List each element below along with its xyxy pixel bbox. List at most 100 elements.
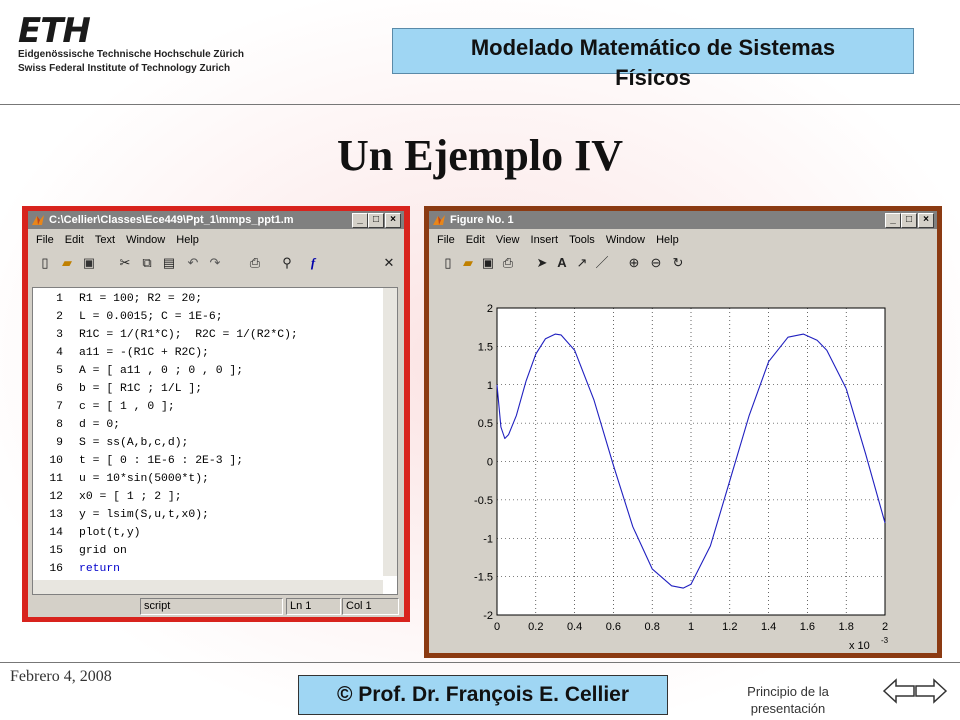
insert-line-icon[interactable]: ／ [593, 254, 611, 272]
close-button[interactable]: × [918, 213, 934, 228]
forward-arrow-icon[interactable] [914, 678, 948, 704]
menu-help[interactable]: Help [656, 234, 679, 246]
code-line[interactable]: S = ss(A,b,c,d); [79, 434, 188, 452]
header-divider [0, 104, 960, 105]
undo-icon[interactable]: ↶ [184, 254, 202, 272]
paste-icon[interactable]: ▤ [160, 254, 178, 272]
editor-toolbar: ▯ ▰ ▣ ✂ ⧉ ▤ ↶ ↷ ⎙ ⚲ f ✕ [28, 251, 404, 275]
menu-help[interactable]: Help [176, 234, 199, 246]
code-line[interactable]: y = lsim(S,u,t,x0); [79, 506, 209, 524]
code-line[interactable]: return [79, 560, 120, 578]
line-number: 14 [49, 527, 63, 539]
code-line[interactable]: c = [ 1 , 0 ]; [79, 398, 175, 416]
code-line[interactable]: u = 10*sin(5000*t); [79, 470, 209, 488]
editor-window-frame: C:\Cellier\Classes\Ece449\Ppt_1\mmps_ppt… [22, 206, 410, 622]
menu-insert[interactable]: Insert [531, 234, 559, 246]
code-line[interactable]: a11 = -(R1C + R2C); [79, 344, 209, 362]
code-editor[interactable]: 1 R1 = 100; R2 = 20; 2 L = 0.0015; C = 1E-6… [32, 287, 398, 595]
maximize-button[interactable]: □ [368, 213, 384, 228]
author-box: © Prof. Dr. François E. Cellier [298, 675, 668, 715]
code-line[interactable]: R1C = 1/(R1*C); R2C = 1/(R2*C); [79, 326, 298, 344]
new-figure-icon[interactable]: ▯ [439, 254, 457, 272]
close-button[interactable]: × [385, 213, 401, 228]
open-folder-icon[interactable]: ▰ [58, 254, 76, 272]
y-tick-label: 0.5 [478, 418, 493, 430]
y-tick-label: 0 [487, 457, 493, 469]
print-icon[interactable]: ⎙ [246, 254, 264, 272]
nav-start-link[interactable]: Principio de la presentación [733, 683, 843, 717]
zoom-in-icon[interactable]: ⊕ [625, 254, 643, 272]
zoom-out-icon[interactable]: ⊖ [647, 254, 665, 272]
insert-arrow-icon[interactable]: ↗ [573, 254, 591, 272]
back-arrow-icon[interactable] [882, 678, 916, 704]
eth-line-de: Eidgenössische Technische Hochschule Zür… [18, 49, 244, 60]
code-line[interactable]: plot(t,y) [79, 524, 141, 542]
code-line[interactable]: t = [ 0 : 1E-6 : 2E-3 ]; [79, 452, 243, 470]
cut-icon[interactable]: ✂ [116, 254, 134, 272]
code-line[interactable]: b = [ R1C ; 1/L ]; [79, 380, 202, 398]
editor-titlebar[interactable]: C:\Cellier\Classes\Ece449\Ppt_1\mmps_ppt… [28, 211, 404, 229]
function-icon[interactable]: f [304, 254, 322, 272]
new-file-icon[interactable]: ▯ [36, 254, 54, 272]
menu-edit[interactable]: Edit [65, 234, 84, 246]
x-tick-label: 0.6 [606, 621, 621, 633]
line-number: 16 [49, 563, 63, 575]
find-icon[interactable]: ⚲ [278, 254, 296, 272]
redo-icon[interactable]: ↷ [206, 254, 224, 272]
course-title-line1: Modelado Matemático de Sistemas [470, 35, 836, 60]
save-icon[interactable]: ▣ [479, 254, 497, 272]
menu-window[interactable]: Window [126, 234, 165, 246]
figure-toolbar: ▯ ▰ ▣ ⎙ ➤ A ↗ ／ ⊕ ⊖ ↻ [429, 251, 937, 275]
editor-window: C:\Cellier\Classes\Ece449\Ppt_1\mmps_ppt… [28, 211, 404, 617]
x-tick-label: 1.4 [761, 621, 776, 633]
save-icon[interactable]: ▣ [80, 254, 98, 272]
code-line[interactable]: R1 = 100; R2 = 20; [79, 290, 202, 308]
line-number: 10 [49, 455, 63, 467]
footer-divider [0, 662, 960, 663]
plot-area[interactable]: 0 0.2 0.4 0.6 0.8 1 1.2 1.4 1.6 1.8 2 2 1.5 1 0.5 0 -0.5… [429, 277, 937, 653]
eth-line-en: Swiss Federal Institute of Technology Zu… [18, 63, 231, 74]
minimize-button[interactable]: _ [352, 213, 368, 228]
print-icon[interactable]: ⎙ [499, 254, 517, 272]
matlab-icon [433, 215, 445, 225]
select-arrow-icon[interactable]: ➤ [533, 254, 551, 272]
minimize-button[interactable]: _ [885, 213, 901, 228]
x-tick-label: 0 [494, 621, 500, 633]
line-number: 15 [49, 545, 63, 557]
code-line[interactable]: A = [ a11 , 0 ; 0 , 0 ]; [79, 362, 243, 380]
line-number: 1 [56, 293, 63, 305]
open-folder-icon[interactable]: ▰ [459, 254, 477, 272]
x-tick-label: 1 [688, 621, 694, 633]
eth-wordmark: ETH [18, 11, 91, 51]
menu-window[interactable]: Window [606, 234, 645, 246]
copy-icon[interactable]: ⧉ [138, 254, 156, 272]
line-number: 6 [56, 383, 63, 395]
code-line[interactable]: x0 = [ 1 ; 2 ]; [79, 488, 182, 506]
horizontal-scrollbar[interactable] [33, 580, 383, 594]
figure-titlebar[interactable]: Figure No. 1 _ □ × [429, 211, 937, 229]
code-line[interactable]: grid on [79, 542, 127, 560]
insert-text-icon[interactable]: A [553, 254, 571, 272]
code-line[interactable]: d = 0; [79, 416, 120, 434]
x-exponent-power: -3 [881, 636, 889, 645]
status-mode: script [140, 598, 283, 615]
maximize-button[interactable]: □ [901, 213, 917, 228]
menu-view[interactable]: View [496, 234, 520, 246]
line-number: 11 [49, 473, 63, 485]
menu-edit[interactable]: Edit [466, 234, 485, 246]
menu-tools[interactable]: Tools [569, 234, 595, 246]
editor-statusbar: script Ln 1 Col 1 [28, 597, 404, 615]
matlab-icon [32, 215, 44, 225]
menu-file[interactable]: File [36, 234, 54, 246]
slide-title: Un Ejemplo IV [336, 131, 624, 180]
rotate-icon[interactable]: ↻ [669, 254, 687, 272]
editor-menubar: File Edit Text Window Help [28, 231, 404, 249]
code-line[interactable]: L = 0.0015; C = 1E-6; [79, 308, 223, 326]
vertical-scrollbar[interactable] [383, 288, 397, 576]
line-number: 13 [49, 509, 63, 521]
close-doc-icon[interactable]: ✕ [380, 254, 398, 272]
y-tick-label: -2 [483, 610, 493, 622]
menu-file[interactable]: File [437, 234, 455, 246]
y-tick-label: 1.5 [478, 341, 493, 353]
menu-text[interactable]: Text [95, 234, 115, 246]
